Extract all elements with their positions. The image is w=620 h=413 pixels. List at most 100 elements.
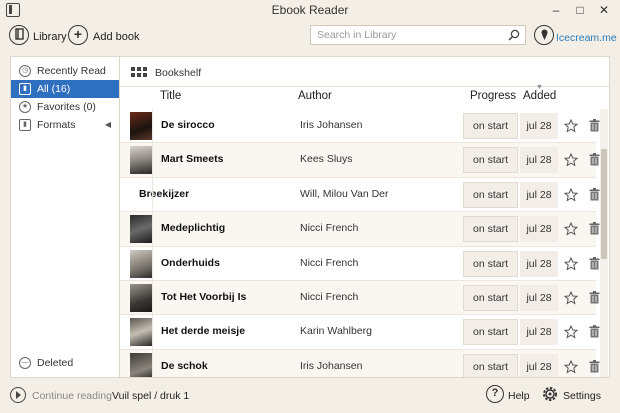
- book-icon: ▮: [19, 83, 31, 95]
- progress-status[interactable]: on start: [463, 113, 518, 139]
- minimize-button[interactable]: –: [546, 2, 566, 18]
- book-icon: [9, 25, 29, 45]
- sidebar-item-label: All (16): [37, 83, 71, 95]
- column-header-progress[interactable]: Progress: [470, 90, 516, 102]
- book-row[interactable]: Tot Het Voorbij Is Nicci French on start ju…: [120, 281, 600, 316]
- column-header-author[interactable]: Author: [298, 90, 332, 102]
- star-icon[interactable]: [564, 291, 578, 305]
- caret-left-icon: ◀: [104, 120, 111, 129]
- book-cover[interactable]: [130, 284, 152, 312]
- library-label: Library: [33, 31, 67, 43]
- book-row[interactable]: Onderhuids Nicci French on start jul 28: [120, 246, 600, 281]
- sidebar-item-recently-read[interactable]: ◷ Recently Read (1): [11, 62, 119, 95]
- book-icon: ▮: [19, 119, 31, 131]
- bookshelf-label[interactable]: Bookshelf: [155, 67, 201, 79]
- search-box: [310, 25, 526, 45]
- star-icon[interactable]: [564, 222, 578, 236]
- book-author: Karin Wahlberg: [300, 325, 372, 338]
- book-title[interactable]: Onderhuids: [161, 257, 220, 269]
- star-icon[interactable]: [564, 325, 578, 339]
- sidebar-item-label: Favorites (0): [37, 101, 96, 113]
- trash-icon[interactable]: [589, 291, 600, 304]
- progress-status[interactable]: on start: [463, 147, 518, 174]
- search-icon[interactable]: [508, 29, 520, 41]
- trash-icon[interactable]: [589, 256, 600, 270]
- book-title[interactable]: Tot Het Voorbij Is: [161, 291, 246, 303]
- close-button[interactable]: ✕: [594, 2, 614, 18]
- sidebar-item-label: Formats: [37, 119, 76, 131]
- sidebar-item-formats[interactable]: ▮ Formats ◀: [11, 116, 119, 134]
- scrollbar[interactable]: [600, 109, 608, 377]
- sidebar-item-label: Deleted: [37, 357, 74, 369]
- add-book-label: Add book: [93, 31, 140, 43]
- star-icon[interactable]: [564, 153, 578, 167]
- trash-icon[interactable]: [589, 119, 600, 132]
- sidebar-item-deleted[interactable]: — Deleted: [11, 354, 119, 372]
- star-icon: ★: [19, 101, 31, 113]
- book-title[interactable]: De sirocco: [161, 119, 215, 131]
- grid-view-icon[interactable]: [131, 67, 147, 77]
- book-title[interactable]: De schok: [161, 360, 208, 372]
- book-cover[interactable]: [130, 249, 152, 278]
- progress-status[interactable]: on start: [463, 353, 518, 377]
- star-icon[interactable]: [564, 119, 578, 133]
- sidebar: ◷ Recently Read (1) ▮ All (16) ★ Favorit…: [10, 56, 120, 378]
- book-author: Nicci French: [300, 222, 359, 235]
- current-book-label: Vuil spel / druk 1: [112, 390, 190, 402]
- icecream-logo-icon[interactable]: [534, 25, 554, 45]
- trash-icon[interactable]: [589, 153, 600, 166]
- trash-icon[interactable]: [589, 325, 600, 338]
- column-header-title[interactable]: Title: [160, 90, 181, 102]
- book-title[interactable]: Breekijzer: [139, 188, 189, 200]
- book-row[interactable]: Medeplichtig Nicci French on start jul 28: [120, 212, 600, 247]
- help-label: Help: [508, 390, 530, 402]
- book-author: Kees Sluys: [300, 153, 353, 166]
- clock-icon: ◷: [19, 65, 31, 77]
- book-cover[interactable]: [130, 215, 152, 244]
- search-input[interactable]: [311, 26, 496, 44]
- book-author: Iris Johansen: [300, 119, 363, 131]
- trash-icon[interactable]: [589, 359, 600, 373]
- added-date: jul 28: [520, 250, 558, 277]
- book-row[interactable]: De schok Iris Johansen on start jul 28: [120, 349, 600, 377]
- progress-status[interactable]: on start: [463, 319, 518, 346]
- column-header-added[interactable]: Added: [523, 90, 556, 102]
- trash-icon[interactable]: [589, 187, 600, 201]
- added-date: jul 28: [520, 285, 558, 311]
- book-title[interactable]: Medeplichtig: [161, 222, 225, 234]
- added-date: jul 28: [520, 319, 558, 346]
- added-date: jul 28: [520, 216, 558, 243]
- sidebar-item-all[interactable]: ▮ All (16): [11, 80, 119, 98]
- progress-status[interactable]: on start: [463, 181, 518, 208]
- star-icon[interactable]: [564, 256, 578, 271]
- book-row[interactable]: Het derde meisje Karin Wahlberg on start ju…: [120, 315, 600, 350]
- star-icon[interactable]: [564, 359, 578, 374]
- trash-icon: —: [19, 357, 31, 369]
- added-date: jul 28: [520, 113, 558, 139]
- book-cover[interactable]: [130, 352, 152, 377]
- help-icon: ?: [486, 385, 504, 403]
- book-title[interactable]: Mart Smeets: [161, 153, 223, 165]
- trash-icon[interactable]: [589, 222, 600, 235]
- progress-status[interactable]: on start: [463, 285, 518, 311]
- bookshelf-bar: Bookshelf: [120, 57, 609, 87]
- book-row[interactable]: De sirocco Iris Johansen on start jul 28: [120, 109, 600, 144]
- book-author: Will, Milou Van Der: [300, 187, 389, 200]
- added-date: jul 28: [520, 181, 558, 208]
- gear-icon: [543, 387, 557, 401]
- book-author: Iris Johansen: [300, 359, 363, 372]
- scrollbar-thumb[interactable]: [601, 149, 607, 259]
- sidebar-item-favorites[interactable]: ★ Favorites (0): [11, 98, 119, 116]
- book-cover[interactable]: [130, 112, 152, 140]
- progress-status[interactable]: on start: [463, 216, 518, 243]
- book-cover[interactable]: [130, 146, 152, 175]
- book-row[interactable]: Mart Smeets Kees Sluys on start jul 28: [120, 143, 600, 178]
- star-icon[interactable]: [564, 187, 578, 202]
- book-cover[interactable]: [130, 318, 152, 347]
- book-author: Nicci French: [300, 256, 359, 269]
- book-row[interactable]: Breekijzer Will, Milou Van Der on start jul…: [120, 177, 600, 213]
- icecream-link[interactable]: Icecream.me: [556, 32, 617, 44]
- maximize-button[interactable]: □: [570, 2, 590, 18]
- book-title[interactable]: Het derde meisje: [161, 325, 245, 337]
- progress-status[interactable]: on start: [463, 250, 518, 277]
